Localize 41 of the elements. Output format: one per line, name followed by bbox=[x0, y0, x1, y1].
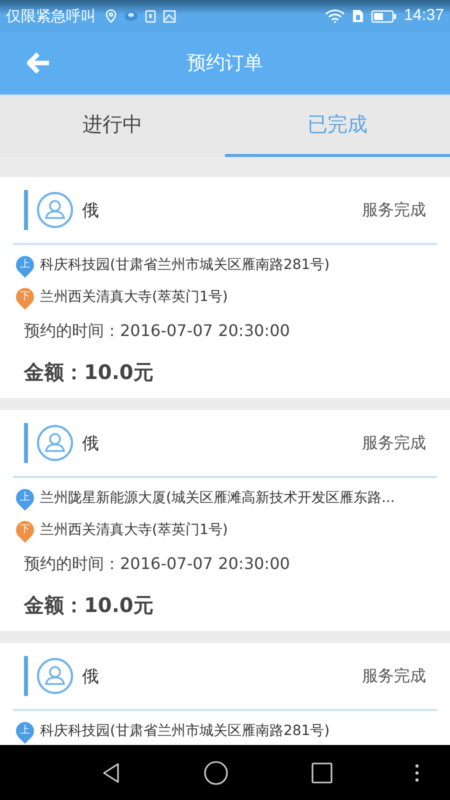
accent-bar bbox=[24, 656, 28, 696]
amount-label: 金额： bbox=[24, 593, 84, 617]
order-status: 服务完成 bbox=[362, 666, 426, 686]
time-label: 预约的时间： bbox=[24, 321, 120, 340]
location-icon bbox=[105, 9, 117, 23]
recent-apps-icon[interactable] bbox=[311, 762, 333, 784]
amount-value: 10.0元 bbox=[84, 593, 154, 617]
address-text: 科庆科技园(甘肃省兰州市城关区雁南路281号) bbox=[40, 722, 330, 740]
back-icon[interactable] bbox=[101, 762, 121, 784]
battery-icon bbox=[370, 10, 397, 22]
order-status: 服务完成 bbox=[362, 432, 426, 454]
amount-value: 10.0元 bbox=[84, 360, 154, 384]
appointment-time: 2016-07-07 20:30:00 bbox=[120, 321, 290, 340]
customer-name: 俄 bbox=[82, 666, 100, 688]
address-text: 科庆科技园(甘肃省兰州市城关区雁南路281号) bbox=[40, 256, 330, 274]
accent-bar bbox=[24, 190, 28, 230]
clock-text: 14:37 bbox=[404, 7, 444, 25]
page-title: 预约订单 bbox=[187, 51, 263, 76]
customer-name: 俄 bbox=[82, 432, 100, 454]
home-icon[interactable] bbox=[203, 760, 229, 786]
tab[interactable]: 进行中 bbox=[0, 95, 225, 157]
order-status: 服务完成 bbox=[362, 200, 426, 220]
address-text: 兰州西关清真大寺(萃英门1号) bbox=[40, 521, 228, 539]
user-avatar-icon bbox=[36, 424, 74, 462]
amount-label: 金额： bbox=[24, 360, 84, 384]
user-avatar-icon bbox=[36, 191, 74, 229]
order-card[interactable]: 俄 服务完成 上 兰州陇星新能源大厦(城关区雁滩高新技术开发区雁东路... 下 兰州西关清真大寺(萃英门1号) 预约的时间：2016-07-07 20:30:00 金额：10.0元 bbox=[0, 410, 450, 631]
address-text: 兰州陇星新能源大厦(城关区雁滩高新技术开发区雁东路... bbox=[40, 489, 395, 507]
cloud-icon bbox=[124, 10, 138, 22]
order-card[interactable]: 俄 服务完成 上 科庆科技园(甘肃省兰州市城关区雁南路281号) bbox=[0, 643, 450, 745]
appointment-time: 2016-07-07 20:30:00 bbox=[120, 554, 290, 573]
customer-name: 俄 bbox=[82, 200, 100, 222]
more-icon[interactable] bbox=[415, 764, 419, 782]
carrier-text: 仅限紧急呼叫 bbox=[6, 6, 96, 26]
wifi-icon bbox=[324, 9, 345, 23]
accent-bar bbox=[24, 423, 28, 463]
order-card[interactable]: 俄 服务完成 上 科庆科技园(甘肃省兰州市城关区雁南路281号) 下 兰州西关清真大寺(萃英门1号) 预约的时间：2016-07-07 20:30:00 金额：10.0元 bbox=[0, 177, 450, 398]
time-label: 预约的时间： bbox=[24, 554, 120, 573]
user-avatar-icon bbox=[36, 657, 74, 695]
image-icon bbox=[163, 10, 176, 22]
address-text: 兰州西关清真大寺(萃英门1号) bbox=[40, 288, 228, 306]
